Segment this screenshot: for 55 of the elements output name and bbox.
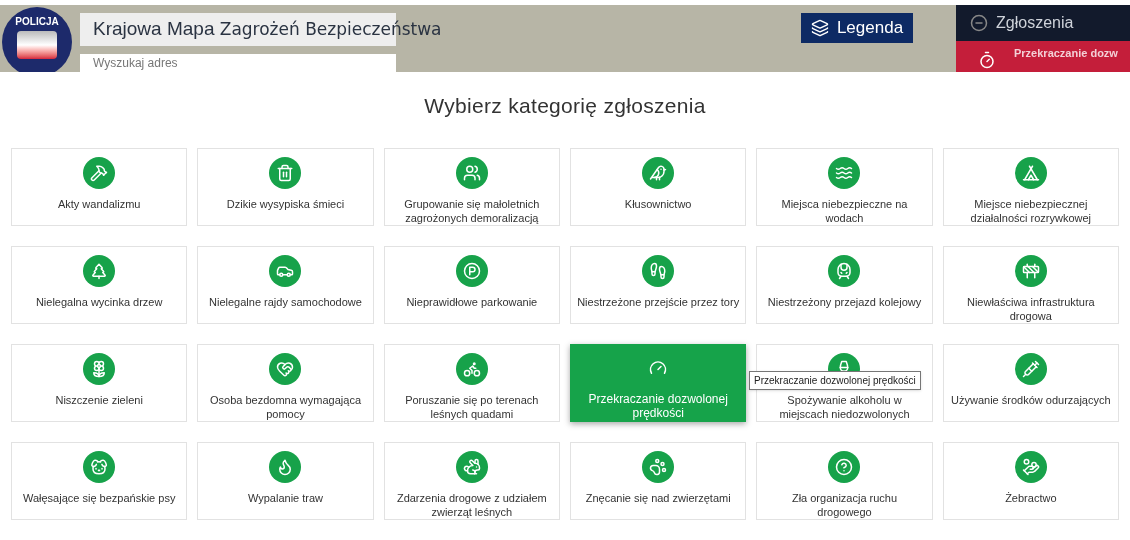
category-tile[interactable]: Nieprawidłowe parkowanie [383, 245, 560, 324]
stopwatch-icon [978, 51, 996, 69]
category-icon [455, 156, 488, 189]
legend-button[interactable]: Legenda [801, 13, 913, 43]
category-tile[interactable]: Kłusownictwo [570, 147, 747, 226]
category-tile[interactable]: Nielegalna wycinka drzew [11, 245, 188, 324]
category-tile[interactable]: Miejsce niebezpiecznej działalności rozrywkowej [942, 147, 1119, 226]
category-icon [1014, 352, 1047, 385]
collapse-icon[interactable] [970, 14, 988, 32]
category-icon [455, 352, 488, 385]
category-tile[interactable]: Znęcanie się nad zwierzętami [570, 441, 747, 520]
category-icon [83, 156, 116, 189]
category-icon [269, 254, 302, 287]
category-icon [1014, 254, 1047, 287]
category-icon [828, 450, 861, 483]
category-tile[interactable]: Nielegalne rajdy samochodowe [197, 245, 374, 324]
tooltip: Przekraczanie dozwolonej prędkości [749, 371, 921, 390]
category-icon [642, 254, 675, 287]
category-icon [1014, 450, 1047, 483]
category-icon [83, 352, 116, 385]
category-tile[interactable]: Zdarzenia drogowe z udziałem zwierząt leśnych [383, 441, 560, 520]
category-tile[interactable]: Zła organizacja ruchu drogowego [756, 441, 933, 520]
layers-icon [810, 19, 829, 37]
category-tile[interactable]: Niewłaściwa infrastruktura drogowa [942, 245, 1119, 324]
category-tile[interactable]: Poruszanie się po terenach leśnych quadami [383, 343, 560, 422]
category-icon [828, 156, 861, 189]
panel-title: Zgłoszenia [996, 13, 1074, 33]
category-tile[interactable]: Żebractwo [942, 441, 1119, 520]
category-icon [455, 254, 488, 287]
category-tile[interactable]: Używanie środków odurzających [942, 343, 1119, 422]
category-tile[interactable]: Miejsca niebezpieczne na wodach [756, 147, 933, 226]
category-tile[interactable]: Wałęsające się bezpańskie psy [11, 441, 188, 520]
dialog-title: Wybierz kategorię zgłoszenia [424, 93, 706, 119]
category-icon [1014, 156, 1047, 189]
category-tile[interactable]: Dzikie wysypiska śmieci [197, 147, 374, 226]
logo-text: POLICJA [15, 17, 59, 27]
search-field[interactable]: Wyszukaj adres [80, 54, 396, 72]
category-tile[interactable]: Niszczenie zieleni [11, 343, 188, 422]
category-icon [828, 254, 861, 287]
category-icon [269, 352, 302, 385]
category-icon [642, 156, 675, 189]
category-icon [269, 450, 302, 483]
report-item[interactable]: Przekraczanie dozw [956, 41, 1130, 72]
category-icon [455, 450, 488, 483]
category-tile[interactable]: Akty wandalizmu [11, 147, 188, 226]
category-tile[interactable]: Grupowanie się małoletnich zagrożonych demoralizacją [383, 147, 560, 226]
category-tile[interactable]: Wypalanie traw [197, 441, 374, 520]
category-icon [83, 254, 116, 287]
category-tile[interactable]: Niestrzeżony przejazd kolejowy [756, 245, 933, 324]
category-icon [269, 156, 302, 189]
category-icon [642, 450, 675, 483]
app-title: Krajowa Mapa Zagrożeń Bezpieczeństwa [93, 17, 442, 42]
category-tile[interactable]: Osoba bezdomna wymagająca pomocy [197, 343, 374, 422]
category-icon [83, 450, 116, 483]
category-tile[interactable]: Niestrzeżone przejście przez tory [570, 245, 747, 324]
